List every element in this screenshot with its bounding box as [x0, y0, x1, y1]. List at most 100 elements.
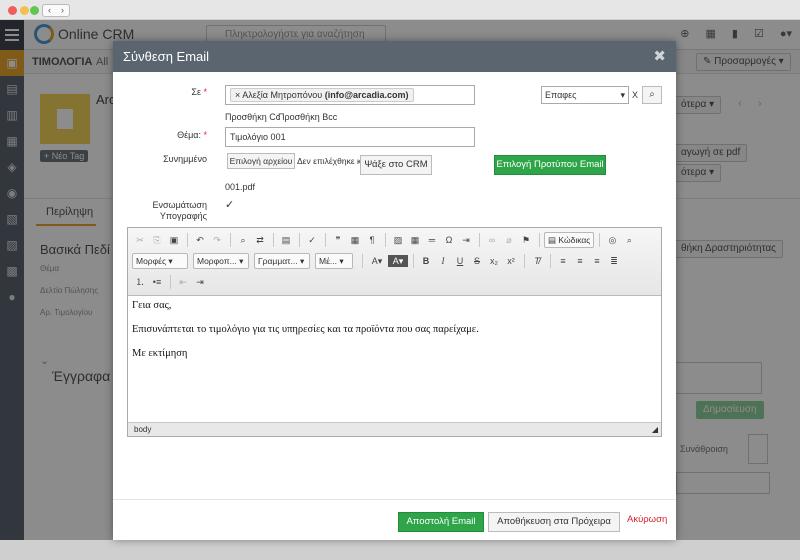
search-contacts-button[interactable]: ⌕	[642, 86, 662, 104]
page-break-icon[interactable]: ⇥	[458, 232, 474, 248]
find-icon[interactable]: ⌕	[235, 232, 251, 248]
close-icon[interactable]: ✖	[653, 41, 666, 72]
toolbar-separator	[299, 233, 300, 247]
superscript-icon[interactable]: x²	[503, 253, 519, 269]
unlink-icon[interactable]: ⌀	[501, 232, 517, 248]
close-window-dot[interactable]	[8, 6, 17, 15]
cut-icon[interactable]: ✂	[132, 232, 148, 248]
recipient-name: Αλεξία Μητροπόνου	[242, 90, 323, 100]
resize-handle-icon[interactable]: ◢	[652, 423, 658, 436]
modal-title: Σύνθεση Email	[123, 49, 210, 64]
modal-header: Σύνθεση Email ✖	[113, 41, 676, 72]
toolbar-separator	[230, 233, 231, 247]
undo-icon[interactable]: ↶	[192, 232, 208, 248]
modal-footer: Αποστολή Email Αποθήκευση στα Πρόχειρα Α…	[113, 499, 676, 540]
div-icon[interactable]: ▦	[347, 232, 363, 248]
preview-icon[interactable]: ⌕	[621, 232, 637, 248]
bold-icon[interactable]: B	[418, 253, 434, 269]
browser-nav-buttons[interactable]: ‹ ›	[42, 4, 70, 17]
save-draft-button[interactable]: Αποθήκευση στα Πρόχειρα	[488, 512, 620, 532]
styles-label: Μορφές	[136, 256, 167, 266]
toolbar-separator	[599, 233, 601, 247]
search-crm-button[interactable]: Ψάξε στο CRM	[360, 155, 432, 175]
redo-icon[interactable]: ↷	[209, 232, 225, 248]
toolbar-separator	[539, 233, 540, 247]
maximize-window-dot[interactable]	[30, 6, 39, 15]
toolbar-separator	[273, 233, 274, 247]
choose-file-button[interactable]: Επιλογή αρχείου	[227, 153, 295, 169]
to-field[interactable]: × Αλεξία Μητροπόνου (info@arcadia.com)	[225, 85, 475, 105]
choose-template-button[interactable]: Επιλογή Προτύπου Email	[494, 155, 606, 175]
align-justify-icon[interactable]: ≣	[606, 253, 622, 269]
bg-color-icon[interactable]: A▾	[388, 255, 408, 267]
add-cc-link[interactable]: Προσθήκη Cc	[225, 112, 280, 122]
back-arrow-icon[interactable]: ‹	[48, 5, 51, 16]
image-icon[interactable]: ▨	[390, 232, 406, 248]
editor-toolbar: ✂ ⎘ ▣ ↶ ↷ ⌕ ⇄ ▤ ✓ ❞ ▦ ¶ ▨ ▦ ═ Ω ⇥ ∞ ⌀ ⚑ …	[128, 228, 661, 296]
recipient-chip: × Αλεξία Μητροπόνου (info@arcadia.com)	[230, 88, 414, 102]
signature-label: Ενσωμάτωση Υπογραφής	[152, 200, 208, 221]
toolbar-row-2: Μορφές ▾ Μορφοπ... ▾ Γραμματ... ▾ Μέ... …	[132, 253, 623, 269]
horizontal-line-icon[interactable]: ═	[424, 232, 440, 248]
blockquote-icon[interactable]: ❞	[330, 232, 346, 248]
styles-dropdown[interactable]: Μορφές ▾	[132, 253, 188, 269]
attachment-file[interactable]: 001.pdf	[225, 182, 255, 192]
italic-icon[interactable]: I	[435, 253, 451, 269]
minimize-window-dot[interactable]	[20, 6, 29, 15]
subscript-icon[interactable]: x₂	[486, 253, 502, 269]
anchor-flag-icon[interactable]: ⚑	[518, 232, 534, 248]
align-center-icon[interactable]: ≡	[572, 253, 588, 269]
cancel-link[interactable]: Ακύρωση	[627, 514, 667, 525]
subject-input[interactable]: Τιμολόγιο 001	[225, 127, 475, 147]
link-icon[interactable]: ∞	[484, 232, 500, 248]
dropdown-arrow-icon: ▾	[620, 90, 625, 100]
templates-icon[interactable]: ◎	[604, 232, 620, 248]
signature-checkbox[interactable]: ✓	[225, 198, 234, 211]
bullet-list-icon[interactable]: •≡	[149, 274, 165, 290]
table-icon[interactable]: ▦	[407, 232, 423, 248]
element-path[interactable]: body	[134, 425, 151, 434]
paragraph-icon[interactable]: ¶	[364, 232, 380, 248]
forward-arrow-icon[interactable]: ›	[61, 5, 64, 16]
remove-format-icon[interactable]: T̸	[529, 253, 545, 269]
text-color-icon[interactable]: A▾	[367, 253, 387, 269]
underline-icon[interactable]: U	[452, 253, 468, 269]
compose-email-modal: Σύνθεση Email ✖ Σε * × Αλεξία Μητροπόνου…	[113, 41, 676, 540]
indent-icon[interactable]: ⇥	[192, 274, 208, 290]
no-file-text: Δεν επιλέχθηκε κα	[297, 156, 367, 166]
toolbar-separator	[385, 233, 386, 247]
source-icon: ▤	[548, 235, 559, 245]
outdent-icon[interactable]: ⇤	[175, 274, 191, 290]
add-bcc-link[interactable]: Προσθήκη Bcc	[278, 112, 337, 122]
editor-content[interactable]: Γεια σας, Επισυνάπτεται το τιμολόγιο για…	[132, 300, 657, 372]
search-icon: ⌕	[649, 89, 655, 100]
bottom-strip	[0, 540, 800, 560]
contacts-select[interactable]: Επαφες ▾	[541, 86, 629, 104]
format-label: Μορφοπ...	[197, 256, 237, 266]
align-left-icon[interactable]: ≡	[555, 253, 571, 269]
paste-icon[interactable]: ▣	[166, 232, 182, 248]
send-email-button[interactable]: Αποστολή Email	[398, 512, 484, 532]
rich-text-editor: ✂ ⎘ ▣ ↶ ↷ ⌕ ⇄ ▤ ✓ ❞ ▦ ¶ ▨ ▦ ═ Ω ⇥ ∞ ⌀ ⚑ …	[127, 227, 662, 437]
recipient-email: (info@arcadia.com)	[324, 90, 409, 100]
spellcheck-icon[interactable]: ✓	[304, 232, 320, 248]
clear-recipients-button[interactable]: X	[632, 90, 638, 100]
select-all-icon[interactable]: ▤	[278, 232, 294, 248]
copy-icon[interactable]: ⎘	[149, 232, 165, 248]
size-dropdown[interactable]: Μέ... ▾	[315, 253, 353, 269]
subject-required-mark: *	[203, 130, 207, 140]
contacts-select-value: Επαφες	[545, 90, 577, 100]
source-label: Κώδικας	[558, 235, 591, 245]
special-char-icon[interactable]: Ω	[441, 232, 457, 248]
source-button[interactable]: ▤ Κώδικας	[544, 232, 595, 248]
toolbar-separator	[362, 254, 363, 268]
format-dropdown[interactable]: Μορφοπ... ▾	[193, 253, 249, 269]
numbered-list-icon[interactable]: ⒈	[132, 274, 148, 290]
required-mark: *	[203, 87, 207, 97]
replace-icon[interactable]: ⇄	[252, 232, 268, 248]
subject-label-text: Θέμα:	[177, 130, 201, 140]
font-dropdown[interactable]: Γραμματ... ▾	[254, 253, 310, 269]
strikethrough-icon[interactable]: S	[469, 253, 485, 269]
toolbar-row-1: ✂ ⎘ ▣ ↶ ↷ ⌕ ⇄ ▤ ✓ ❞ ▦ ¶ ▨ ▦ ═ Ω ⇥ ∞ ⌀ ⚑ …	[132, 232, 638, 248]
align-right-icon[interactable]: ≡	[589, 253, 605, 269]
